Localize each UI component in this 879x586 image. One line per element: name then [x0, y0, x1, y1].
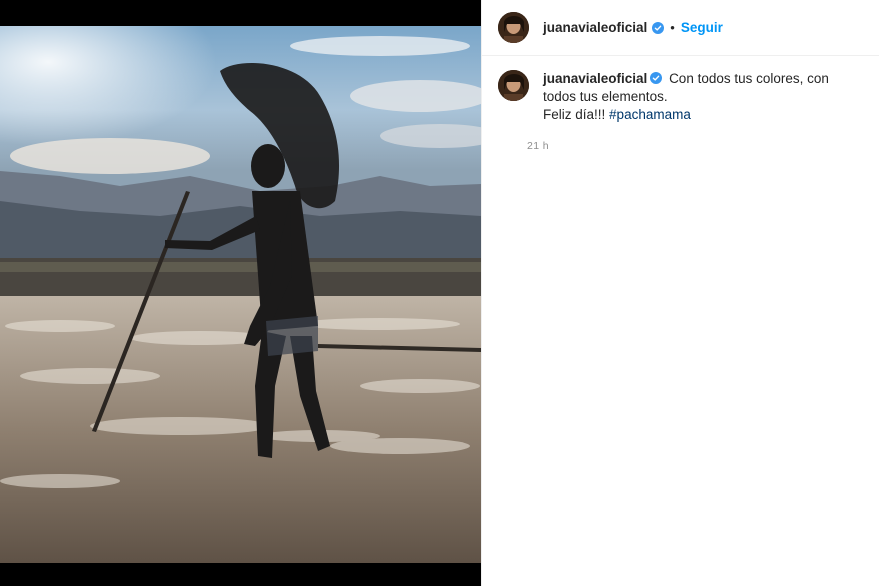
caption-username[interactable]: juanavialeoficial: [543, 71, 647, 86]
post-photo[interactable]: [0, 26, 481, 563]
verified-badge-icon: [652, 21, 665, 34]
avatar[interactable]: [498, 12, 529, 43]
caption-verified-badge-icon: [650, 72, 663, 84]
media-column: [0, 0, 481, 586]
post-modal: juanavialeoficial • Seguir juanavialeofi…: [0, 0, 879, 586]
post-side-panel: juanavialeoficial • Seguir juanavialeofi…: [481, 0, 879, 586]
caption-line2-text: Feliz día!!!: [543, 107, 606, 122]
caption-body: juanavialeoficial Con todos tus colores,…: [543, 70, 863, 124]
follow-button[interactable]: Seguir: [681, 20, 723, 35]
caption-block: juanavialeoficial Con todos tus colores,…: [482, 56, 879, 124]
separator-dot: •: [670, 20, 675, 35]
post-header: juanavialeoficial • Seguir: [482, 0, 879, 56]
post-timestamp[interactable]: 21 h: [527, 140, 879, 152]
header-username[interactable]: juanavialeoficial: [543, 20, 647, 35]
hashtag-link[interactable]: #pachamama: [609, 107, 691, 122]
caption-avatar[interactable]: [498, 70, 529, 101]
caption-line2: Feliz día!!! #pachamama: [543, 106, 863, 124]
